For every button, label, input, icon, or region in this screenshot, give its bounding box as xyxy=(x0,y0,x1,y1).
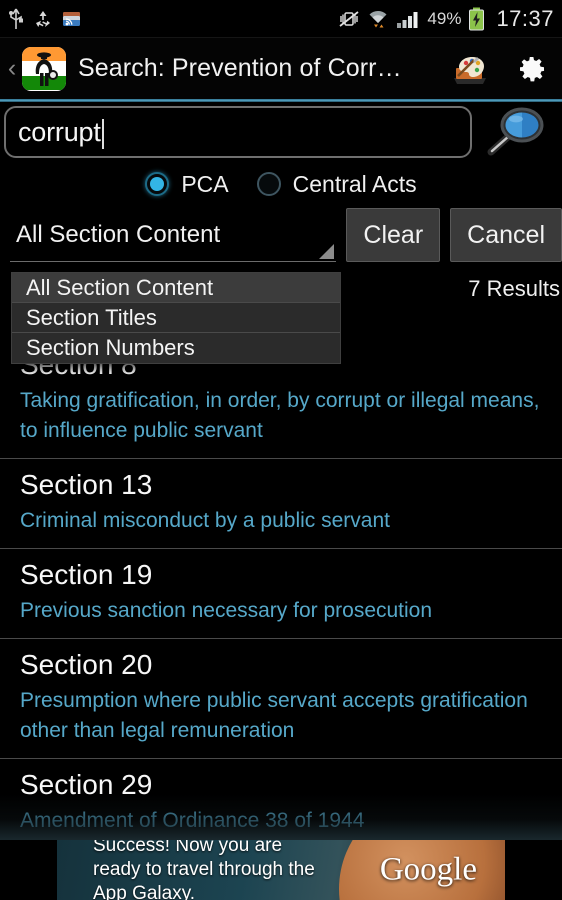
clock-label: 17:37 xyxy=(496,5,554,31)
table-row[interactable]: Section 20 Presumption where public serv… xyxy=(0,639,562,758)
clear-button[interactable]: Clear xyxy=(346,208,441,262)
cancel-button[interactable]: Cancel xyxy=(450,208,562,262)
action-bar-actions xyxy=(452,52,548,86)
app-icon-indian-law[interactable] xyxy=(22,46,66,91)
result-subtitle: Presumption where public servant accepts… xyxy=(20,689,528,742)
text-caret xyxy=(101,119,104,149)
table-row[interactable]: Section 29 Amendment of Ordinance 38 of … xyxy=(0,759,562,840)
page-title: Search: Prevention of Corr… xyxy=(78,54,402,82)
result-title: Section 20 xyxy=(20,649,153,680)
ad-banner[interactable]: Success! Now you are ready to travel thr… xyxy=(0,840,562,900)
results-count-label: 7 Results xyxy=(468,276,560,301)
radio-central-acts-label: Central Acts xyxy=(292,170,417,197)
wifi-icon xyxy=(367,9,389,29)
battery-percent-label: 49% xyxy=(427,8,462,28)
search-row: corrupt xyxy=(0,103,562,161)
action-bar: ‹ Search: Prevention of Corr… xyxy=(0,38,562,99)
signal-bars-icon xyxy=(396,9,420,29)
battery-charging-icon xyxy=(468,7,485,31)
result-subtitle: Previous sanction necessary for prosecut… xyxy=(20,599,433,622)
radio-option-pca[interactable]: PCA xyxy=(145,170,229,198)
radio-pca[interactable] xyxy=(145,172,170,196)
ad-banner-inner[interactable]: Success! Now you are ready to travel thr… xyxy=(57,840,505,900)
app-screen: 49% 17:37 ‹ Search: Prevention of Corr… … xyxy=(0,0,562,900)
result-subtitle: Amendment of Ordinance 38 of 1944 xyxy=(20,809,365,832)
radio-option-central-acts[interactable]: Central Acts xyxy=(256,170,417,198)
filter-row: All Section Content Clear Cancel xyxy=(0,208,562,266)
scope-radio-group: PCA Central Acts xyxy=(0,163,562,205)
status-bar-left-icons xyxy=(8,8,82,30)
result-title: Section 19 xyxy=(20,559,153,590)
table-row[interactable]: Section 19 Previous sanction necessary f… xyxy=(0,549,562,638)
result-subtitle: Taking gratification, in order, by corru… xyxy=(20,389,540,442)
dropdown-item-all-section-content[interactable]: All Section Content xyxy=(12,273,340,303)
result-title: Section 13 xyxy=(20,469,153,500)
status-bar-right-icons: 49% 17:37 xyxy=(338,6,554,32)
results-list[interactable]: Section 8 Taking gratification, in order… xyxy=(0,300,562,840)
magnifier-icon[interactable] xyxy=(472,103,558,161)
accent-divider xyxy=(0,99,562,102)
ad-text: Success! Now you are ready to travel thr… xyxy=(93,840,315,900)
result-subtitle: Criminal misconduct by a public servant xyxy=(20,509,390,532)
dropdown-item-section-numbers[interactable]: Section Numbers xyxy=(12,333,340,363)
rss-feed-icon xyxy=(62,9,82,29)
back-button[interactable]: ‹ xyxy=(4,54,20,83)
search-input[interactable]: corrupt xyxy=(4,106,472,158)
palette-icon[interactable] xyxy=(452,52,488,86)
sync-recycle-icon xyxy=(33,9,53,29)
scope-dropdown-menu[interactable]: All Section Content Section Titles Secti… xyxy=(11,272,341,364)
gear-icon[interactable] xyxy=(516,53,548,85)
table-row[interactable]: Section 13 Criminal misconduct by a publ… xyxy=(0,459,562,548)
vibrate-off-icon xyxy=(338,9,360,29)
dropdown-item-section-titles[interactable]: Section Titles xyxy=(12,303,340,333)
usb-icon xyxy=(8,8,24,30)
scope-spinner[interactable]: All Section Content xyxy=(10,208,337,262)
radio-pca-label: PCA xyxy=(181,170,229,197)
chevron-down-icon xyxy=(319,244,335,259)
result-title: Section 29 xyxy=(20,769,153,800)
scope-spinner-value: All Section Content xyxy=(16,220,221,248)
google-logo: Google xyxy=(379,851,477,888)
search-input-value: corrupt xyxy=(18,116,101,147)
status-bar: 49% 17:37 xyxy=(0,0,562,38)
radio-central-acts[interactable] xyxy=(256,172,281,196)
